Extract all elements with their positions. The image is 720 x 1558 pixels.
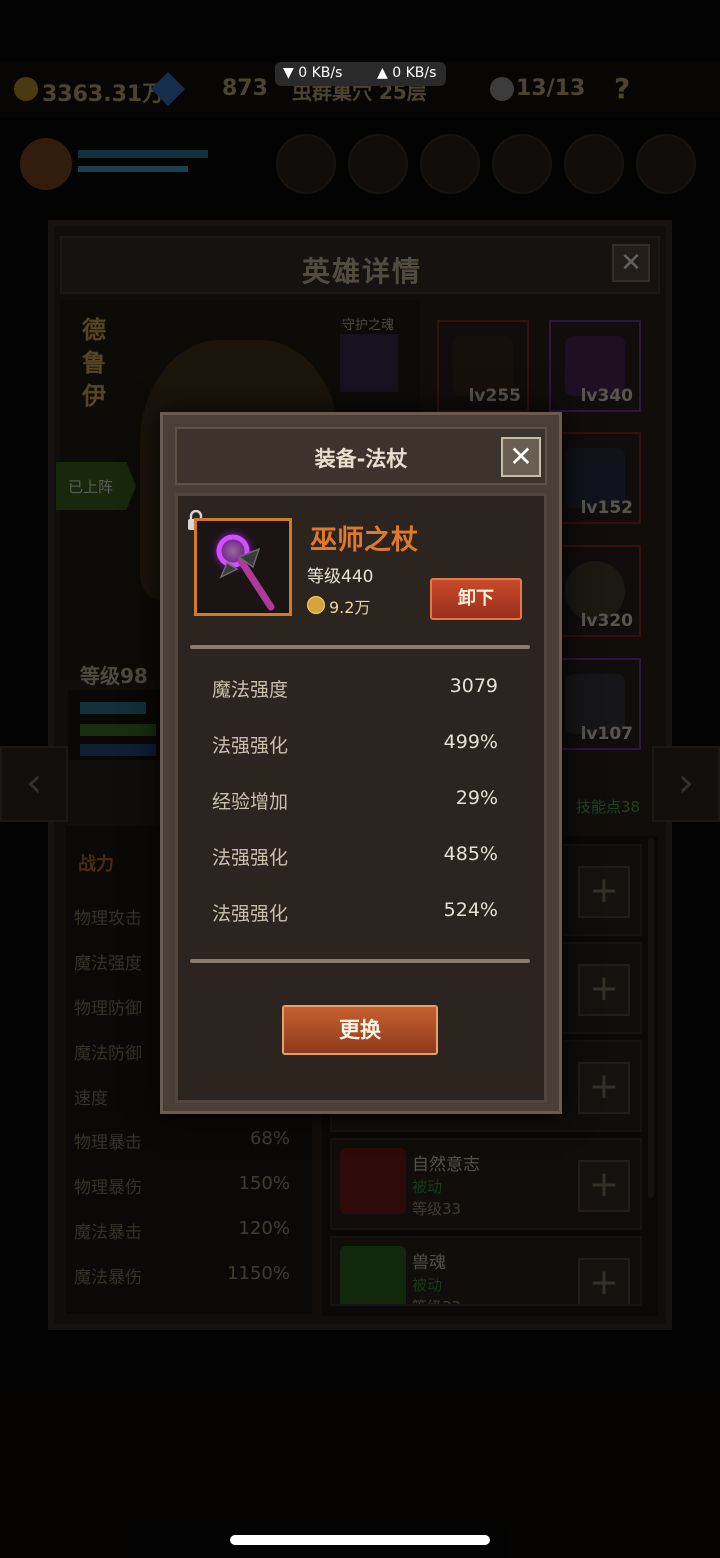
attribute-value: 524%	[443, 899, 498, 921]
hero-panel-close-icon[interactable]: ✕	[612, 244, 650, 282]
coin-icon	[307, 596, 325, 614]
hero-slot[interactable]	[492, 134, 552, 194]
paw-icon	[340, 1148, 406, 1214]
energy-bar	[78, 166, 188, 172]
skill-points: 技能点38	[576, 798, 641, 816]
attribute-value: 3079	[449, 675, 498, 697]
beast-soul-icon	[340, 1246, 406, 1304]
guardian-soul-icon[interactable]	[340, 334, 398, 392]
help-icon[interactable]: ?	[614, 72, 630, 105]
power-label: 战力	[78, 854, 114, 875]
attribute-row: 法强强化 485%	[212, 843, 498, 873]
attribute-value: 499%	[443, 731, 498, 753]
hero-slot[interactable]	[348, 134, 408, 194]
hero-slot[interactable]	[420, 134, 480, 194]
stat-row: 魔法暴伤 1150%	[74, 1263, 290, 1288]
close-icon[interactable]: ✕	[501, 437, 541, 477]
exp-bar	[78, 150, 208, 158]
attribute-row: 经验增加 29%	[212, 787, 498, 817]
skill-card: 兽魂 被动 等级33 +	[330, 1236, 642, 1306]
item-name: 巫师之杖	[310, 525, 418, 556]
equipment-dialog-header: 装备-法杖	[175, 427, 547, 485]
plus-icon[interactable]: +	[578, 866, 630, 918]
item-slot[interactable]	[194, 518, 292, 616]
skull-icon	[490, 77, 514, 101]
item-price: 9.2万	[329, 598, 371, 617]
attribute-value: 29%	[455, 787, 498, 809]
hero-slot[interactable]	[276, 134, 336, 194]
upload-speed: ▲ 0 KB/s	[377, 65, 437, 81]
guardian-label: 守护之魂	[342, 318, 395, 333]
equipment-slot[interactable]: lv152	[549, 432, 641, 524]
skill-card: 自然意志 被动 等级33 +	[330, 1138, 642, 1230]
skill-name: 自然意志	[412, 1155, 480, 1175]
stamina-amount: 13/13	[516, 76, 586, 101]
hero-name: 德鲁伊	[82, 316, 106, 410]
player-avatar[interactable]	[20, 138, 72, 190]
attribute-row: 法强强化 524%	[212, 899, 498, 929]
item-level: 等级440	[307, 567, 374, 587]
chevron-left-icon[interactable]: ‹	[0, 746, 68, 822]
plus-icon[interactable]: +	[578, 1258, 630, 1304]
skill-type: 被动	[412, 1276, 443, 1294]
download-speed: ▼ 0 KB/s	[283, 65, 343, 81]
attribute-name: 魔法强度	[212, 679, 289, 701]
equipment-slot[interactable]: lv320	[549, 545, 641, 637]
stat-row: 物理暴伤 150%	[74, 1173, 290, 1198]
attribute-name: 法强强化	[212, 903, 289, 925]
hero-slot[interactable]	[636, 134, 696, 194]
divider	[190, 645, 530, 649]
equipment-dialog-title: 装备-法杖	[314, 447, 408, 471]
equipment-slot[interactable]: lv255	[437, 320, 529, 412]
network-speed: ▼ 0 KB/s ▲ 0 KB/s	[275, 62, 446, 86]
coin-icon	[14, 77, 38, 101]
stat-row: 物理暴击 68%	[74, 1128, 290, 1153]
equipment-slot[interactable]: lv107	[549, 658, 641, 750]
divider	[190, 959, 530, 963]
hero-portrait-row	[0, 130, 720, 200]
unequip-button[interactable]: 卸下	[430, 578, 522, 620]
skill-level: 等级33	[412, 1200, 462, 1218]
equipment-slot[interactable]: lv340	[549, 320, 641, 412]
stat-row: 魔法暴击 120%	[74, 1218, 290, 1243]
attribute-row: 法强强化 499%	[212, 731, 498, 761]
home-indicator[interactable]	[230, 1535, 490, 1545]
skill-type: 被动	[412, 1178, 443, 1196]
hero-bars	[68, 690, 160, 760]
staff-icon	[209, 527, 275, 611]
gem-amount: 873	[222, 76, 268, 101]
skill-name: 兽魂	[412, 1253, 446, 1273]
gold-amount: 3363.31万	[42, 82, 165, 107]
skill-scrollbar[interactable]	[648, 838, 654, 1198]
plus-icon[interactable]: +	[578, 964, 630, 1016]
attribute-name: 法强强化	[212, 735, 289, 757]
hero-panel-header: 英雄详情	[60, 236, 660, 294]
hero-slot[interactable]	[564, 134, 624, 194]
deployed-badge: 已上阵	[56, 462, 136, 510]
plus-icon[interactable]: +	[578, 1160, 630, 1212]
hero-panel-title: 英雄详情	[301, 255, 422, 288]
attribute-name: 法强强化	[212, 847, 289, 869]
attribute-row: 魔法强度 3079	[212, 675, 498, 705]
chevron-right-icon[interactable]: ›	[652, 746, 720, 822]
skill-level: 等级33	[412, 1296, 461, 1304]
attribute-value: 485%	[443, 843, 498, 865]
hero-level: 等级98	[80, 664, 148, 688]
replace-button[interactable]: 更换	[282, 1005, 438, 1055]
attribute-name: 经验增加	[212, 791, 289, 813]
plus-icon[interactable]: +	[578, 1062, 630, 1114]
